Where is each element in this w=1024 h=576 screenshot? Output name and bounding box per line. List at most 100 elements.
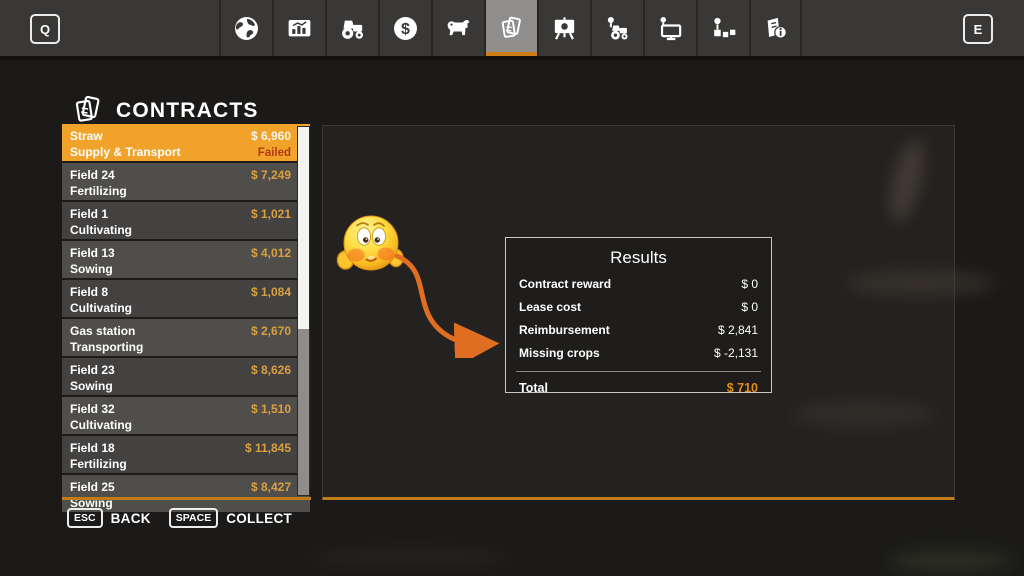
scrollbar-thumb[interactable] xyxy=(298,127,309,329)
contract-row[interactable]: Field 8 $ 1,084 Cultivating xyxy=(62,280,310,319)
contract-price: $ 8,427 xyxy=(251,480,291,494)
results-box: Results Contract reward $ 0 Lease cost $ 0 R… xyxy=(505,237,772,393)
blocks-diagram-icon xyxy=(709,14,738,43)
arrow-annotation xyxy=(390,244,505,358)
contract-row[interactable]: Field 13 $ 4,012 Sowing xyxy=(62,241,310,280)
contract-row[interactable]: Straw $ 6,960 Supply & Transport Failed xyxy=(62,124,310,163)
contract-job: Sowing xyxy=(70,262,113,276)
contract-papers-icon xyxy=(497,14,526,43)
contract-job: Cultivating xyxy=(70,301,132,315)
top-menu-bar: Q $ E xyxy=(0,0,1024,60)
contract-status: Failed xyxy=(258,147,291,159)
contract-job: Fertilizing xyxy=(70,457,127,471)
next-menu-key-badge: E xyxy=(963,14,993,44)
results-row-label: Lease cost xyxy=(519,300,581,314)
svg-text:$: $ xyxy=(401,21,410,38)
contract-price: $ 1,084 xyxy=(251,285,291,299)
contract-name: Field 1 xyxy=(70,207,108,221)
contract-price: $ 7,249 xyxy=(251,168,291,182)
contract-name: Field 13 xyxy=(70,246,115,260)
tab-map[interactable] xyxy=(219,0,272,56)
key-badge: SPACE xyxy=(169,508,218,528)
results-total-row: Total $ 710 xyxy=(519,381,758,395)
contract-job: Cultivating xyxy=(70,418,132,432)
tab-animals[interactable] xyxy=(431,0,484,56)
results-row-label: Reimbursement xyxy=(519,323,610,337)
tab-strip: $ xyxy=(219,0,802,56)
tab-contracts[interactable] xyxy=(484,0,537,56)
results-row-value: $ 0 xyxy=(741,300,758,314)
results-row: Missing crops $ -2,131 xyxy=(519,346,758,360)
contract-row[interactable]: Field 18 $ 11,845 Fertilizing xyxy=(62,436,310,475)
results-row-label: Contract reward xyxy=(519,277,611,291)
tab-ai-worker[interactable] xyxy=(590,0,643,56)
tab-prices[interactable] xyxy=(272,0,325,56)
contract-name: Gas station xyxy=(70,324,135,338)
contract-price: $ 4,012 xyxy=(251,246,291,260)
contract-price: $ 11,845 xyxy=(245,441,291,455)
results-row-value: $ 0 xyxy=(741,277,758,291)
contract-name: Field 18 xyxy=(70,441,115,455)
tab-vehicles[interactable] xyxy=(325,0,378,56)
cow-icon xyxy=(444,14,473,43)
results-title: Results xyxy=(519,248,758,268)
monitor-waypoint-icon xyxy=(656,14,685,43)
tab-game-info[interactable] xyxy=(749,0,802,56)
contract-price: $ 2,670 xyxy=(251,324,291,338)
contract-name: Straw xyxy=(70,129,103,143)
contract-row[interactable]: Field 32 $ 1,510 Cultivating xyxy=(62,397,310,436)
tab-finances[interactable]: $ xyxy=(378,0,431,56)
tractor-icon xyxy=(338,14,367,43)
help-bar: ESC BACK SPACE COLLECT xyxy=(67,508,292,528)
contract-job: Sowing xyxy=(70,379,113,393)
prev-menu-key-badge: Q xyxy=(30,14,60,44)
help-item-collect: SPACE COLLECT xyxy=(169,508,292,528)
tab-placeables[interactable] xyxy=(643,0,696,56)
help-action-label: BACK xyxy=(111,511,151,526)
contract-row[interactable]: Gas station $ 2,670 Transporting xyxy=(62,319,310,358)
contract-name: Field 24 xyxy=(70,168,115,182)
results-row: Contract reward $ 0 xyxy=(519,277,758,291)
background-blur xyxy=(846,271,996,295)
contract-price: $ 1,510 xyxy=(251,402,291,416)
results-rows: Contract reward $ 0 Lease cost $ 0 Reimburse… xyxy=(519,277,758,360)
results-separator xyxy=(516,371,761,372)
contract-name: Field 8 xyxy=(70,285,108,299)
contract-price: $ 6,960 xyxy=(251,129,291,143)
contract-row[interactable]: Field 1$ 1,021Cultivating xyxy=(62,202,310,241)
contract-row[interactable]: Field 25$ 8,427Sowing xyxy=(62,475,310,512)
page-header: CONTRACTS xyxy=(72,94,259,127)
tab-board[interactable] xyxy=(537,0,590,56)
contracts-list: Straw $ 6,960 Supply & Transport Failed Fiel… xyxy=(62,124,310,498)
contract-job: Fertilizing xyxy=(70,184,127,198)
help-item-back: ESC BACK xyxy=(67,508,151,528)
tractor-waypoint-icon xyxy=(603,14,632,43)
contract-row[interactable]: Field 24 $ 7,249 Fertilizing xyxy=(62,163,310,202)
page-title: CONTRACTS xyxy=(116,99,259,123)
contracts-scrollbar[interactable] xyxy=(297,126,310,496)
tab-production[interactable] xyxy=(696,0,749,56)
results-row-value: $ 2,841 xyxy=(718,323,758,337)
contract-name: Field 25 xyxy=(70,480,115,494)
results-row: Reimbursement $ 2,841 xyxy=(519,323,758,337)
list-accent-underline xyxy=(62,497,311,500)
contracts-screen: Q $ E CONTRACTS Straw $ 6,960 Supply & Tra… xyxy=(0,0,1024,576)
background-blur xyxy=(310,550,510,566)
contract-row[interactable]: Field 23$ 8,626Sowing xyxy=(62,358,310,397)
contract-job: Cultivating xyxy=(70,223,132,237)
contract-name: Field 32 xyxy=(70,402,115,416)
easel-board-icon xyxy=(550,14,579,43)
bar-chart-icon xyxy=(285,14,314,43)
contract-job: Supply & Transport xyxy=(70,145,181,159)
dollar-coin-icon: $ xyxy=(391,14,420,43)
results-row-value: $ -2,131 xyxy=(714,346,758,360)
ticket-info-icon xyxy=(761,14,790,43)
help-action-label: COLLECT xyxy=(226,511,292,526)
contract-job: Transporting xyxy=(70,340,143,354)
key-badge: ESC xyxy=(67,508,103,528)
results-total-value: $ 710 xyxy=(727,381,758,395)
results-row-label: Missing crops xyxy=(519,346,600,360)
globe-icon xyxy=(232,14,261,43)
contract-name: Field 23 xyxy=(70,363,115,377)
background-blur xyxy=(888,552,1013,570)
